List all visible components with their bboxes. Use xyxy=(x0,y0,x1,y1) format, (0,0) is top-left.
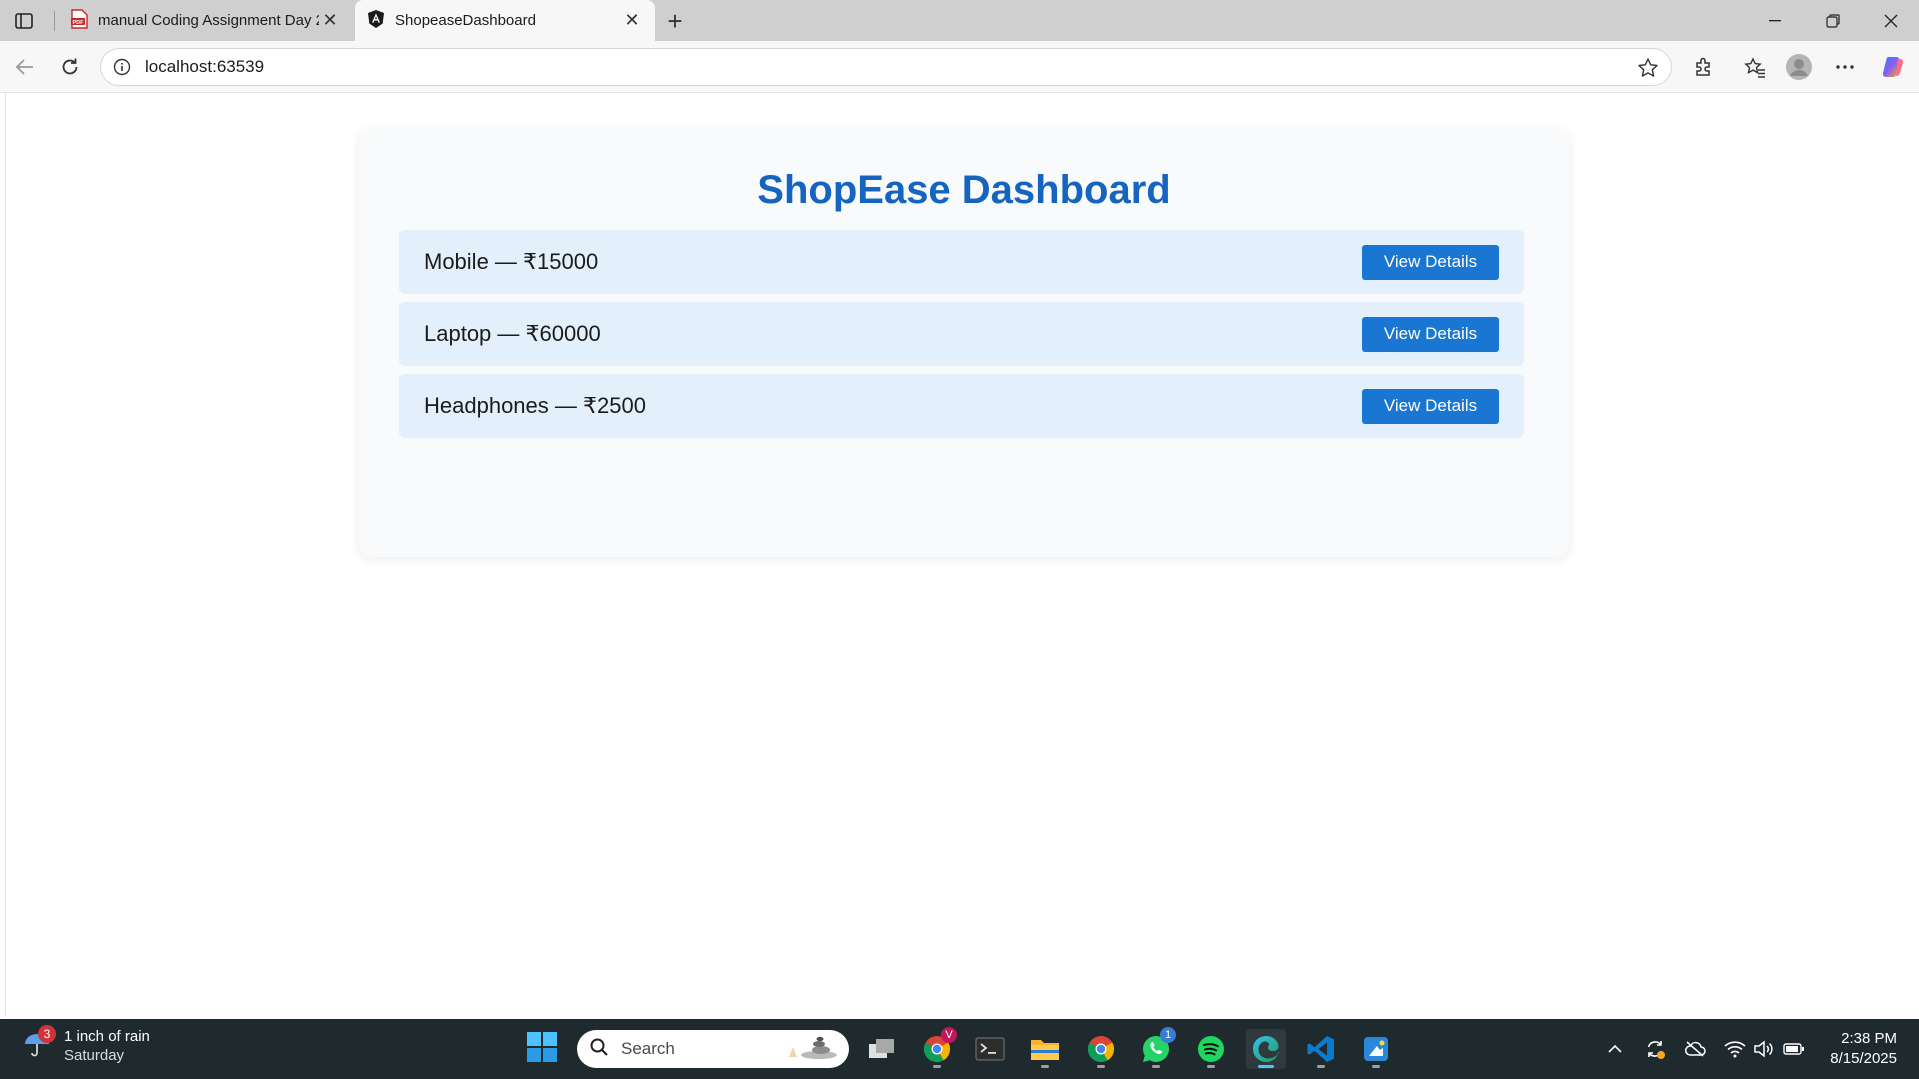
system-clock[interactable]: 2:38 PM 8/15/2025 xyxy=(1830,1029,1897,1069)
battery-icon[interactable] xyxy=(1782,1037,1806,1061)
svg-text:PDF: PDF xyxy=(73,20,85,26)
more-menu-icon[interactable] xyxy=(1828,50,1862,84)
clock-date: 8/15/2025 xyxy=(1830,1050,1897,1067)
page-viewport: ShopEase Dashboard Mobile — ₹15000 View … xyxy=(5,93,1919,1017)
view-details-button[interactable]: View Details xyxy=(1362,244,1499,280)
url-text: localhost:63539 xyxy=(145,57,265,76)
weather-day: Saturday xyxy=(64,1047,125,1064)
favorite-star-icon[interactable] xyxy=(1637,57,1659,84)
address-bar[interactable]: localhost:63539 xyxy=(100,48,1672,86)
close-tab-icon[interactable]: ✕ xyxy=(621,10,643,32)
file-explorer-icon[interactable] xyxy=(1025,1029,1065,1069)
windows-start-icon[interactable] xyxy=(526,1031,562,1067)
running-indicator xyxy=(1207,1065,1215,1068)
new-tab-icon[interactable]: + xyxy=(660,6,690,36)
product-label: Laptop — ₹60000 xyxy=(424,321,601,346)
close-tab-icon[interactable]: ✕ xyxy=(319,10,341,32)
product-row-laptop: Laptop — ₹60000 View Details xyxy=(399,302,1524,366)
cloud-offline-icon[interactable] xyxy=(1683,1037,1707,1061)
spotify-icon[interactable] xyxy=(1191,1029,1231,1069)
view-details-button[interactable]: View Details xyxy=(1362,388,1499,424)
pdf-icon: PDF xyxy=(70,8,88,33)
close-window-icon[interactable] xyxy=(1863,0,1919,41)
running-indicator xyxy=(1152,1065,1160,1068)
page-title: ShopEase Dashboard xyxy=(757,168,1171,212)
app-badge: 1 xyxy=(1160,1027,1176,1043)
back-arrow-icon[interactable] xyxy=(8,50,42,84)
reload-icon[interactable] xyxy=(53,50,87,84)
tab-shopease-dashboard[interactable]: ShopeaseDashboard ✕ xyxy=(355,0,655,41)
copilot-icon[interactable] xyxy=(1876,50,1910,84)
tab-label: manual Coding Assignment Day 2 xyxy=(98,12,319,29)
browser-toolbar: localhost:63539 xyxy=(0,41,1919,93)
product-row-headphones: Headphones — ₹2500 View Details xyxy=(399,374,1524,438)
tab-separator xyxy=(54,11,55,31)
paint-icon[interactable] xyxy=(1356,1029,1396,1069)
running-indicator xyxy=(1317,1065,1325,1068)
site-info-icon[interactable] xyxy=(113,58,131,76)
wifi-icon[interactable] xyxy=(1723,1037,1747,1061)
clock-time: 2:38 PM xyxy=(1841,1030,1897,1047)
tab-label: ShopeaseDashboard xyxy=(395,12,536,29)
vscode-icon[interactable] xyxy=(1301,1029,1341,1069)
app-badge: V xyxy=(941,1027,957,1043)
taskbar-search[interactable]: Search xyxy=(577,1030,849,1068)
terminal-icon[interactable] xyxy=(970,1029,1010,1069)
weather-badge: 3 xyxy=(38,1025,56,1043)
product-row-mobile: Mobile — ₹15000 View Details xyxy=(399,230,1524,294)
running-indicator xyxy=(1097,1065,1105,1068)
profile-avatar-icon[interactable] xyxy=(1782,50,1816,84)
edge-icon[interactable] xyxy=(1246,1029,1286,1069)
taskbar: 3 1 inch of rain Saturday Search V 1 2:3… xyxy=(0,1019,1919,1079)
restore-icon[interactable] xyxy=(1805,0,1861,41)
weather-condition: 1 inch of rain xyxy=(64,1028,150,1045)
chrome-icon[interactable] xyxy=(1081,1029,1121,1069)
whatsapp-icon[interactable]: 1 xyxy=(1136,1027,1176,1069)
browser-tab-strip: PDF manual Coding Assignment Day 2 ✕ Sho… xyxy=(0,0,1919,41)
sync-icon[interactable] xyxy=(1643,1037,1667,1061)
tab-pdf-document[interactable]: PDF manual Coding Assignment Day 2 ✕ xyxy=(58,0,353,41)
product-label: Mobile — ₹15000 xyxy=(424,249,599,274)
view-details-button[interactable]: View Details xyxy=(1362,316,1499,352)
running-indicator xyxy=(1372,1065,1380,1068)
dashboard-card: ShopEase Dashboard Mobile — ₹15000 View … xyxy=(359,130,1569,557)
product-label: Headphones — ₹2500 xyxy=(424,393,646,418)
minimize-icon[interactable] xyxy=(1747,0,1803,41)
tab-actions-icon[interactable] xyxy=(10,8,38,34)
volume-icon[interactable] xyxy=(1752,1037,1776,1061)
angular-icon xyxy=(367,9,385,33)
task-view-icon[interactable] xyxy=(862,1029,902,1069)
search-icon xyxy=(589,1037,609,1062)
umbrella-icon: 3 xyxy=(22,1025,56,1063)
search-label: Search xyxy=(621,1039,675,1058)
chevron-up-icon[interactable] xyxy=(1603,1037,1627,1061)
extensions-icon[interactable] xyxy=(1687,50,1721,84)
running-indicator xyxy=(1258,1065,1274,1068)
running-indicator xyxy=(1041,1065,1049,1068)
search-highlight-icon xyxy=(783,1033,839,1066)
chrome-profile-icon[interactable]: V xyxy=(917,1027,957,1069)
running-indicator xyxy=(933,1065,941,1068)
weather-widget[interactable]: 3 1 inch of rain Saturday xyxy=(22,1025,150,1065)
favorites-icon[interactable] xyxy=(1738,50,1772,84)
